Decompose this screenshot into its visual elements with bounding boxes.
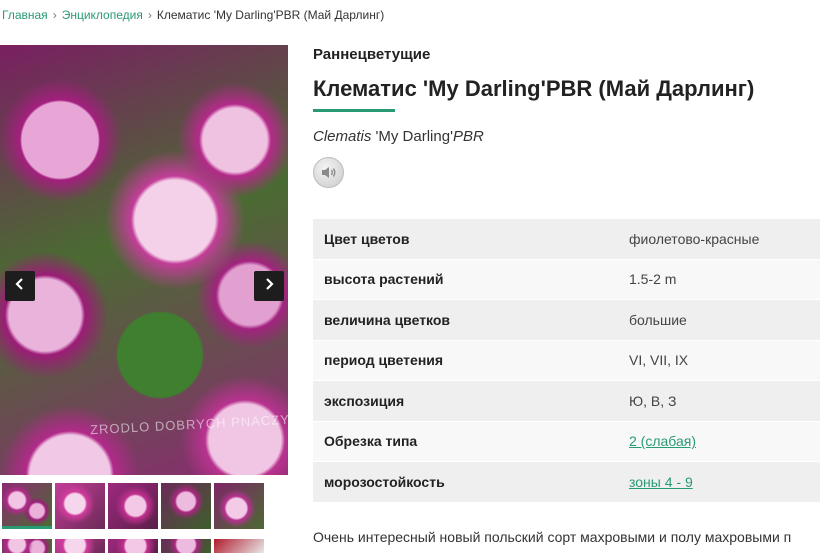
thumbnail-5[interactable] — [214, 483, 264, 529]
property-row: величина цветков большие — [313, 300, 820, 341]
main-photo[interactable]: ZRODLO DOBRYCH PNACZY — [0, 45, 288, 475]
thumbnail-9[interactable] — [161, 539, 211, 553]
property-row: высота растений 1.5-2 m — [313, 259, 820, 300]
property-row: период цветения VI, VII, IX — [313, 340, 820, 381]
property-label: период цветения — [324, 352, 444, 369]
chevron-right-icon — [266, 278, 274, 290]
latin-name: Clematis 'My Darling'PBR — [313, 128, 484, 145]
property-value: большие — [629, 311, 687, 328]
chevron-left-icon — [15, 278, 23, 290]
breadcrumb-home-link[interactable]: Главная — [2, 8, 48, 22]
property-row: Обрезка типа 2 (слабая) — [313, 421, 820, 462]
property-label: величина цветков — [324, 311, 451, 328]
thumbnail-3[interactable] — [108, 483, 158, 529]
property-row: экспозиция Ю, В, З — [313, 381, 820, 422]
speaker-icon — [322, 167, 336, 178]
property-value: 1.5-2 m — [629, 271, 677, 288]
gallery-next-button[interactable] — [254, 271, 284, 301]
thumbnail-10[interactable] — [214, 539, 264, 553]
play-pronunciation-button[interactable] — [313, 157, 344, 188]
thumbnail-7[interactable] — [55, 539, 105, 553]
property-row: Цвет цветов фиолетово-красные — [313, 219, 820, 260]
breadcrumb-encyclopedia-link[interactable]: Энциклопедия — [62, 8, 143, 22]
latin-suffix: PBR — [452, 128, 484, 145]
gallery-prev-button[interactable] — [5, 271, 35, 301]
property-value: фиолетово-красные — [629, 230, 760, 247]
latin-cultivar: 'My Darling' — [371, 128, 453, 145]
latin-genus: Clematis — [313, 128, 372, 145]
gallery-thumbnails — [2, 483, 292, 553]
thumbnail-1[interactable] — [2, 483, 52, 529]
thumbnail-4[interactable] — [161, 483, 211, 529]
title-underline — [313, 109, 395, 112]
hardiness-zones-link[interactable]: зоны 4 - 9 — [618, 474, 693, 490]
thumbnail-8[interactable] — [108, 539, 158, 553]
thumbnail-6[interactable] — [2, 539, 52, 553]
pruning-type-link[interactable]: 2 (слабая) — [618, 433, 696, 449]
property-label: морозостойкость — [324, 473, 445, 490]
photo-watermark: ZRODLO DOBRYCH PNACZY — [89, 411, 288, 438]
property-row: морозостойкость зоны 4 - 9 — [313, 462, 820, 503]
property-value: Ю, В, З — [629, 392, 677, 409]
properties-table: Цвет цветов фиолетово-красные высота рас… — [313, 219, 820, 503]
property-label: высота растений — [324, 271, 444, 288]
thumbnail-2[interactable] — [55, 483, 105, 529]
plant-description: Очень интересный новый польский сорт мах… — [313, 529, 792, 545]
breadcrumb-current: Клематис 'My Darling'PBR (Май Дарлинг) — [156, 8, 385, 22]
plant-category: Раннецветущие — [313, 46, 431, 63]
page-title: Клематис 'My Darling'PBR (Май Дарлинг) — [313, 76, 755, 101]
property-label: Цвет цветов — [324, 230, 410, 247]
property-label: экспозиция — [324, 392, 405, 409]
breadcrumb-separator-icon: › — [147, 8, 152, 22]
breadcrumb: Главная › Энциклопедия › Клематис 'My Darlin… — [2, 8, 384, 22]
breadcrumb-separator-icon: › — [52, 8, 57, 22]
property-value: VI, VII, IX — [629, 352, 689, 369]
property-label: Обрезка типа — [324, 433, 418, 450]
